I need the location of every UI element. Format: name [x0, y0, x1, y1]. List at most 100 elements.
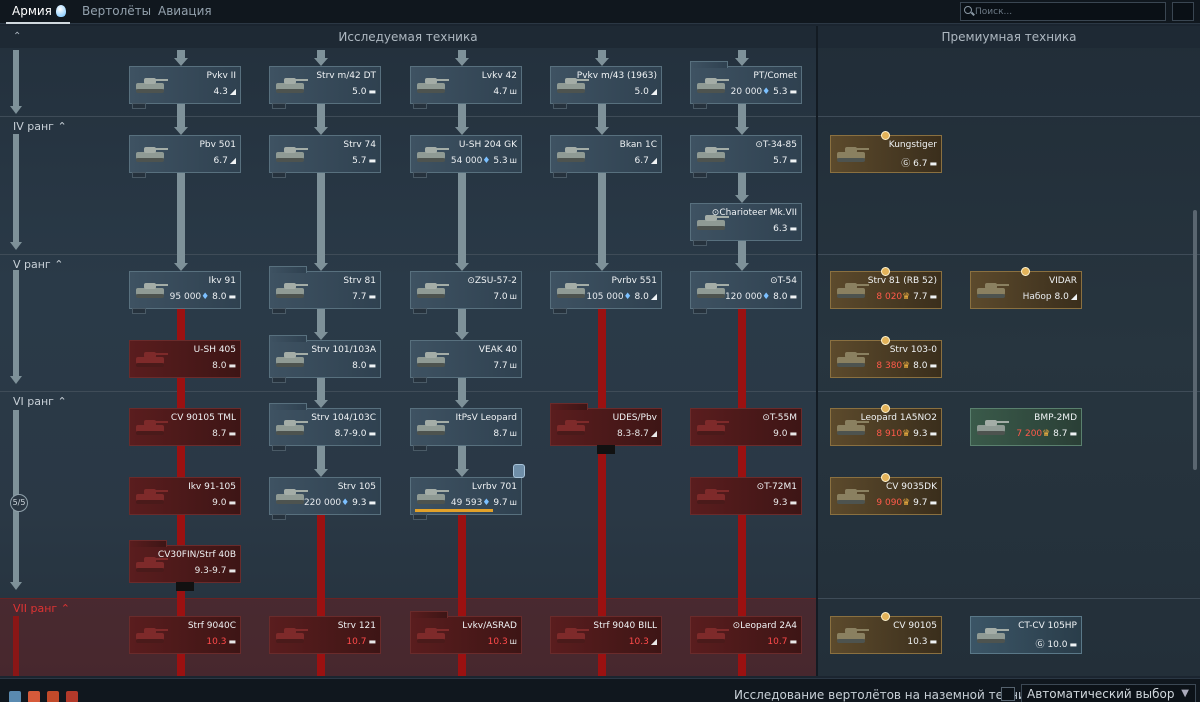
tree-connector [177, 446, 185, 477]
vehicle-card[interactable]: Lvrbv 701 49 593♦ 9.7 ш [410, 464, 525, 520]
rank-v-label[interactable]: V ранг ⌃ [13, 258, 63, 271]
vehicle-name: BMP-2MD [1034, 413, 1077, 423]
vehicle-card[interactable]: ItPsV Leopard 8.7 ш [410, 408, 522, 451]
tab-army[interactable]: Армия [6, 0, 70, 24]
rank-iv-label[interactable]: IV ранг ⌃ [13, 120, 67, 133]
vehicle-name: Strv 121 [337, 621, 376, 631]
fire-icon[interactable] [28, 691, 40, 702]
filter-icon[interactable] [9, 691, 21, 702]
battle-rating: 10.3 ▬ [206, 637, 236, 647]
vehicle-card[interactable]: Pvkv m/43 (1963) 5.0 ◢ [550, 66, 662, 109]
collapse-up-icon[interactable]: ⌃ [13, 31, 21, 42]
pack-label: Набор [1022, 292, 1052, 302]
research-cost: 120 000 [724, 292, 763, 302]
vehicle-card[interactable]: Strv 121 10.7 ▬ [269, 616, 381, 654]
vehicle-type-icon: ▬ [929, 159, 937, 168]
tree-arrow-icon [314, 263, 328, 271]
premium-vehicle-card[interactable]: Leopard 1A5NO2 8 910♛ 9.3 ▬ [830, 404, 942, 446]
vehicle-name: Pbv 501 [199, 140, 236, 150]
golden-eagle-cost: 8 020 [876, 292, 903, 302]
vehicle-card[interactable]: PT/Comet 20 000♦ 5.3 ▬ [690, 61, 802, 109]
auto-select-dropdown[interactable]: Автоматический выбор ▼ [1021, 684, 1196, 702]
vehicle-card[interactable]: ⊙Leopard 2A4 10.7 ▬ [690, 616, 802, 654]
rank-progress-badge: 5/5 [10, 494, 28, 512]
vehicle-type-icon: ш [509, 637, 517, 646]
crew-slot [693, 308, 707, 314]
vehicle-card[interactable]: Pvkv II 4.3 ◢ [129, 66, 241, 109]
tree-connector [317, 104, 325, 129]
vehicle-card[interactable]: CV 90105 TML 8.7 ▬ [129, 408, 241, 446]
top-bar: Армия Вертолёты Авиация [0, 0, 1200, 24]
vehicle-card[interactable]: ⊙T-55M 9.0 ▬ [690, 408, 802, 446]
vehicle-card[interactable]: U-SH 204 GK 54 000♦ 5.3 ш [410, 135, 522, 178]
crew-slot [693, 240, 707, 246]
vehicle-card[interactable]: Strv 74 5.7 ▬ [269, 135, 381, 178]
tab-aviation[interactable]: Авиация [158, 0, 214, 24]
vehicle-card[interactable]: Strv 81 7.7 ▬ [269, 266, 381, 314]
vehicle-card[interactable]: Strv 104/103C 8.7-9.0 ▬ [269, 403, 381, 451]
vehicle-card[interactable]: VEAK 40 7.7 ш [410, 340, 522, 383]
premium-vehicle-card[interactable]: CT-CV 105HP Ⓖ 10.0 ▬ [970, 616, 1082, 654]
vehicle-card[interactable]: Lvkv 42 4.7 ш [410, 66, 522, 109]
battle-rating: 8 380♛ 8.0 ▬ [876, 361, 937, 371]
vehicle-card[interactable]: Lvkv/ASRAD 10.3 ш [410, 611, 522, 654]
vehicle-card[interactable]: ⊙T-34-85 5.7 ▬ [690, 135, 802, 178]
vehicle-card[interactable]: U-SH 405 8.0 ▬ [129, 340, 241, 378]
tree-connector [598, 446, 606, 616]
battle-rating: 6.7 ◢ [213, 156, 236, 166]
vehicle-name: UDES/Pbv [612, 413, 657, 423]
vehicle-card[interactable]: Pvrbv 551 105 000♦ 8.0 ◢ [550, 271, 662, 314]
vehicle-image [835, 142, 869, 164]
vehicle-image [555, 415, 589, 437]
premium-vehicle-card[interactable]: Kungstiger Ⓖ 6.7 ▬ [830, 131, 942, 173]
vehicle-card[interactable]: ⊙T-72M1 9.3 ▬ [690, 477, 802, 515]
vehicle-card[interactable]: ⊙Charioteer Mk.VII 6.3 ▬ [690, 203, 802, 246]
vehicle-card[interactable]: Pbv 501 6.7 ◢ [129, 135, 241, 178]
scrollbar[interactable] [1193, 210, 1197, 470]
vehicle-card[interactable]: ⊙ZSU-57-2 7.0 ш [410, 271, 522, 314]
rank-progress-arrow [10, 376, 22, 384]
vehicle-card[interactable]: Strv 101/103A 8.0 ▬ [269, 335, 381, 383]
crossed-icon[interactable] [66, 691, 78, 702]
vehicle-name: Pvkv m/43 (1963) [576, 71, 657, 81]
vehicle-image [274, 142, 308, 164]
search-input[interactable] [975, 3, 1161, 20]
vehicle-card[interactable]: ⊙T-54 120 000♦ 8.0 ▬ [690, 271, 802, 314]
tree-arrow-icon [314, 469, 328, 477]
heli-research-checkbox[interactable] [1001, 687, 1015, 701]
premium-vehicle-card[interactable]: CV 90105 10.3 ▬ [830, 612, 942, 654]
tree-connector [598, 104, 606, 129]
rank-vii-label[interactable]: VII ранг ⌃ [13, 602, 70, 615]
vehicle-type-icon: ▬ [789, 637, 797, 646]
vehicle-card[interactable]: Strv 105 220 000♦ 9.3 ▬ [269, 477, 381, 520]
list-icon[interactable] [47, 691, 59, 702]
premium-vehicle-card[interactable]: CV 9035DK 9 090♛ 9.7 ▬ [830, 473, 942, 515]
vehicle-card[interactable]: Strv m/42 DT 5.0 ▬ [269, 66, 381, 109]
rank-progress-bar [13, 50, 19, 108]
tree-connector [317, 378, 325, 402]
battle-rating: 220 000♦ 9.3 ▬ [303, 498, 376, 508]
vehicle-card[interactable]: UDES/Pbv 8.3-8.7 ◢ [550, 403, 662, 454]
tree-arrow-icon [455, 58, 469, 66]
battle-rating: 8.3-8.7 ◢ [616, 429, 657, 439]
close-button[interactable] [1172, 2, 1194, 21]
research-cost: 54 000 [450, 156, 483, 166]
tree-arrow-icon [595, 263, 609, 271]
crew-slot [553, 103, 567, 109]
vehicle-card[interactable]: Ikv 91-105 9.0 ▬ [129, 477, 241, 515]
vehicle-card[interactable]: Strf 9040 BILL 10.3 ◢ [550, 616, 662, 654]
tab-helicopters[interactable]: Вертолёты [82, 0, 152, 24]
vehicle-card[interactable]: Bkan 1C 6.7 ◢ [550, 135, 662, 178]
golden-eagle-cost: 7 200 [1016, 429, 1043, 439]
eagle-icon: ♛ [902, 361, 911, 371]
premium-vehicle-card[interactable]: VIDAR Набор 8.0 ◢ [970, 267, 1082, 309]
premium-vehicle-card[interactable]: BMP-2MD 7 200♛ 8.7 ▬ [970, 408, 1082, 446]
vehicle-card[interactable]: Strf 9040C 10.3 ▬ [129, 616, 241, 654]
premium-vehicle-card[interactable]: Strv 81 (RB 52) 8 020♛ 7.7 ▬ [830, 267, 942, 309]
premium-vehicle-card[interactable]: Strv 103-0 8 380♛ 8.0 ▬ [830, 336, 942, 378]
vehicle-card[interactable]: Ikv 91 95 000♦ 8.0 ▬ [129, 271, 241, 314]
eagle-icon: ♛ [902, 498, 911, 508]
rank-vi-label[interactable]: VI ранг ⌃ [13, 395, 67, 408]
crew-slot [413, 172, 427, 178]
vehicle-card[interactable]: CV30FIN/Strf 40B 9.3-9.7 ▬ [129, 540, 241, 591]
